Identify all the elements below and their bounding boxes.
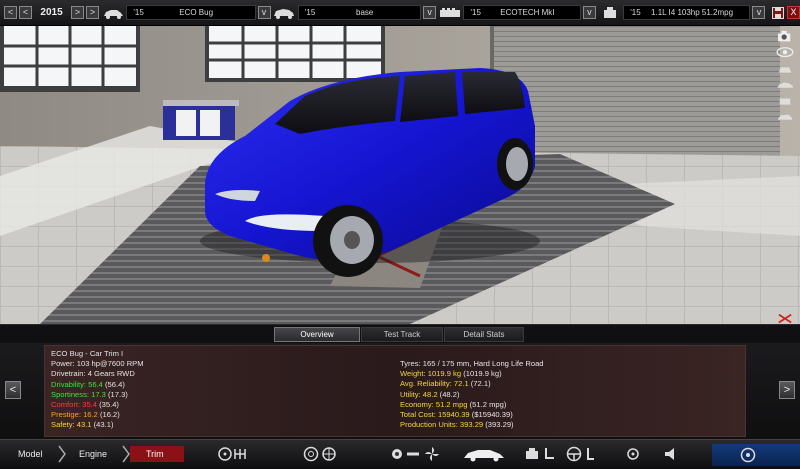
stat-line: ECO Bug - Car Trim I (51, 349, 124, 358)
trim-name: base (356, 8, 374, 17)
year-prev-button-alt[interactable]: < (19, 6, 32, 19)
stat-line: Comfort: 35.4 (35.4) (51, 399, 119, 409)
stat-line: Drivetrain: 4 Gears RWD (51, 369, 135, 379)
trim-icon (271, 4, 298, 22)
model-select[interactable]: '15 ECO Bug (126, 5, 256, 20)
view-front-icon[interactable] (775, 63, 795, 75)
camera-icon[interactable] (775, 30, 795, 42)
suspension-icon[interactable] (322, 446, 336, 462)
steering-icon[interactable] (586, 446, 596, 462)
engine-select[interactable]: '15 1.1L I4 103hp 51.2mpg (623, 5, 751, 20)
test-icon[interactable] (740, 447, 756, 463)
steering-wheel-icon[interactable] (218, 446, 232, 462)
brake-caliper-icon[interactable] (405, 446, 421, 462)
year-prev-button[interactable]: < (4, 6, 17, 19)
engine-family-year: '15 (470, 8, 481, 17)
trim-year: '15 (304, 8, 316, 17)
model-name: ECO Bug (179, 8, 214, 17)
tab-test-track[interactable]: Test Track (361, 327, 443, 342)
year-next-button[interactable]: > (71, 6, 85, 19)
center-window (205, 26, 385, 82)
garage-scene (0, 26, 800, 324)
engine-year: '15 (630, 8, 641, 17)
engine-dropdown-button[interactable]: v (752, 6, 766, 19)
stat-line: Power: 103 hp@7600 RPM (51, 359, 144, 369)
stat-line: Safety: 43.1 (43.1) (51, 420, 114, 430)
car-model-icon (99, 4, 126, 22)
stat-line: Total Cost: 15940.39 ($15940.39) (400, 409, 513, 419)
workbench-cabinet (163, 100, 239, 140)
view-top-icon[interactable] (775, 111, 795, 123)
chevron-right-icon (58, 445, 66, 463)
seat-icon[interactable] (543, 446, 557, 462)
view-rear-icon[interactable] (775, 95, 795, 107)
close-button[interactable]: X (787, 6, 800, 19)
stat-line: Prestige: 16.2 (16.2) (51, 410, 120, 420)
stat-line: Weight: 1019.9 kg (1019.9 kg) (400, 369, 502, 379)
tab-detail-stats[interactable]: Detail Stats (444, 327, 524, 342)
prev-trim-button[interactable]: < (5, 381, 21, 399)
engine-family-name: ECOTECH MkI (500, 8, 555, 17)
nav-model[interactable]: Model (18, 446, 43, 462)
stat-line: Avg. Reliability: 72.1 (72.1) (400, 379, 491, 389)
bottom-nav: Model Engine Trim (0, 439, 800, 469)
trim-dropdown-button[interactable]: v (423, 6, 437, 19)
stat-line: Drivability: 56.4 (56.4) (51, 379, 125, 389)
year-next-button-alt[interactable]: > (86, 6, 100, 19)
stat-line: Economy: 51.2 mpg (51.2 mpg) (400, 399, 507, 409)
camera-panel (770, 26, 800, 324)
stats-left-column: ECO Bug - Car Trim I Power: 103 hp@7600 … (51, 349, 144, 431)
engine-family-select[interactable]: '15 ECOTECH MkI (463, 5, 581, 20)
year-display: 2015 (40, 7, 63, 18)
model-dropdown-button[interactable]: v (257, 6, 271, 19)
fan-icon[interactable] (424, 446, 440, 462)
left-window (0, 26, 140, 92)
car-body-icon[interactable] (462, 446, 506, 462)
engine-name: 1.1L I4 103hp 51.2mpg (651, 8, 734, 17)
view-side-icon[interactable] (775, 79, 795, 91)
next-trim-button[interactable]: > (779, 381, 795, 399)
eye-icon[interactable] (775, 46, 795, 58)
chevron-right-icon (122, 445, 130, 463)
brakes-icon[interactable] (390, 446, 404, 462)
trim-select[interactable]: '15 base (297, 5, 422, 20)
wheel-icon[interactable] (303, 446, 319, 462)
stats-right-column: Tyres: 165 / 175 mm, Hard Long Life Road… (400, 359, 544, 430)
gearbox-icon[interactable] (233, 446, 247, 462)
engine-bay-icon[interactable] (524, 446, 540, 462)
nav-engine[interactable]: Engine (79, 446, 107, 462)
stat-line: Production Units: 393.29 (393.29) (400, 420, 514, 430)
engine-family-icon (436, 4, 463, 22)
test-drive-panel[interactable] (712, 444, 800, 466)
stat-line: Tyres: 165 / 175 mm, Hard Long Life Road (400, 359, 544, 368)
tools-icon[interactable] (775, 312, 795, 324)
lights-icon[interactable] (625, 446, 641, 462)
save-icon[interactable] (769, 4, 787, 22)
info-panel: < ECO Bug - Car Trim I Power: 103 hp@760… (0, 343, 800, 439)
top-toolbar: < < 2015 > > '15 ECO Bug v '15 base v '1… (0, 0, 800, 26)
horn-icon[interactable] (663, 446, 677, 462)
nav-trim[interactable]: Trim (130, 446, 184, 462)
engine-family-dropdown-button[interactable]: v (582, 6, 596, 19)
info-tabs: Overview Test Track Detail Stats (0, 324, 800, 343)
stats-overview: ECO Bug - Car Trim I Power: 103 hp@7600 … (44, 345, 746, 437)
tab-overview[interactable]: Overview (274, 327, 360, 342)
car-viewport[interactable] (0, 26, 800, 324)
engine-icon (596, 4, 623, 22)
model-year: '15 (133, 8, 144, 17)
safety-icon[interactable] (566, 446, 582, 462)
stat-line: Utility: 48.2 (48.2) (400, 389, 460, 399)
stat-line: Sportiness: 17.3 (17.3) (51, 389, 128, 399)
